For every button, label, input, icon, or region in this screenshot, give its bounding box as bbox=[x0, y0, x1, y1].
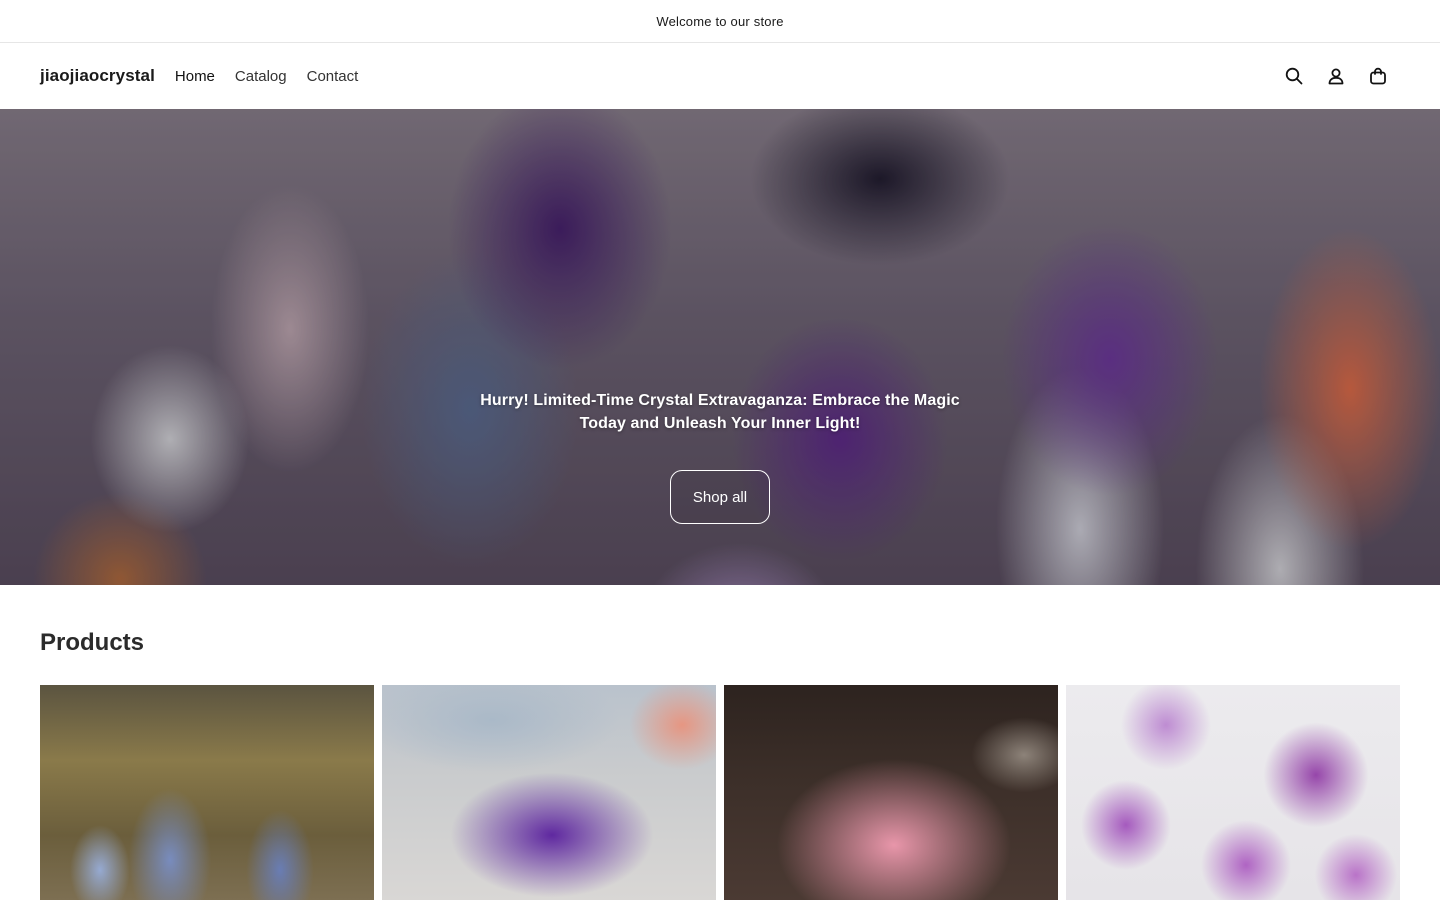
announcement-text: Welcome to our store bbox=[656, 13, 784, 29]
main-nav: Home Catalog Contact bbox=[175, 68, 358, 85]
hero-heading: Hurry! Limited-Time Crystal Extravaganza… bbox=[480, 392, 960, 432]
site-header: jiaojiaocrystal Home Catalog Contact bbox=[0, 43, 1440, 109]
account-icon[interactable] bbox=[1326, 66, 1346, 86]
nav-home-link[interactable]: Home bbox=[175, 68, 215, 85]
hero-content: Hurry! Limited-Time Crystal Extravaganza… bbox=[0, 389, 1440, 524]
nav-contact-link[interactable]: Contact bbox=[307, 68, 359, 85]
shop-all-button[interactable]: Shop all bbox=[670, 470, 770, 524]
product-card[interactable] bbox=[1066, 685, 1400, 900]
product-grid bbox=[40, 685, 1400, 900]
product-card[interactable] bbox=[382, 685, 716, 900]
product-image bbox=[382, 685, 716, 900]
nav-catalog-link[interactable]: Catalog bbox=[235, 68, 287, 85]
announcement-bar: Welcome to our store bbox=[0, 0, 1440, 43]
product-card[interactable] bbox=[724, 685, 1058, 900]
search-icon[interactable] bbox=[1284, 66, 1304, 86]
hero-banner: Hurry! Limited-Time Crystal Extravaganza… bbox=[0, 109, 1440, 585]
product-image bbox=[1066, 685, 1400, 900]
product-card[interactable] bbox=[40, 685, 374, 900]
products-section-title: Products bbox=[40, 629, 145, 656]
cart-icon[interactable] bbox=[1368, 66, 1388, 86]
product-image bbox=[40, 685, 374, 900]
store-logo[interactable]: jiaojiaocrystal bbox=[40, 66, 155, 86]
header-icons bbox=[1284, 66, 1388, 86]
product-image bbox=[724, 685, 1058, 900]
